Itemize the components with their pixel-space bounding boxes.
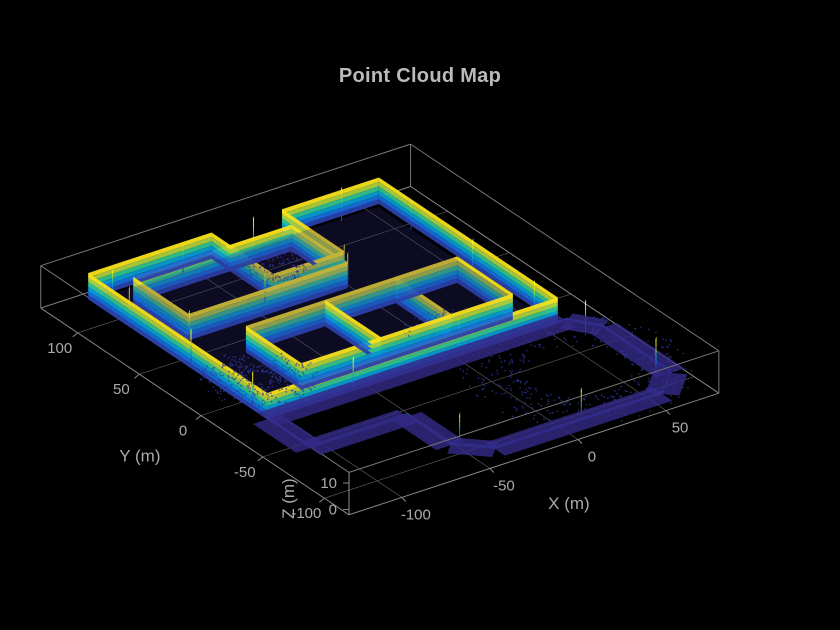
svg-text:0: 0 [179, 423, 187, 440]
svg-text:50: 50 [672, 420, 689, 437]
y-axis-label: Y (m) [119, 446, 160, 465]
z-axis-label: Z (m) [279, 478, 298, 519]
svg-text:50: 50 [113, 381, 130, 398]
svg-text:10: 10 [320, 475, 337, 492]
svg-text:0: 0 [329, 501, 337, 518]
svg-text:-50: -50 [493, 477, 515, 494]
svg-text:-100: -100 [401, 506, 431, 523]
svg-text:-50: -50 [234, 464, 256, 481]
figure: { "title": "Point Cloud Map", "axes": { … [0, 0, 840, 630]
axes-3d[interactable]: -100-50050-100-50050100010 X (m)Y (m)Z (… [0, 0, 840, 630]
point-cloud [88, 177, 692, 457]
svg-text:100: 100 [47, 340, 72, 357]
x-axis-label: X (m) [548, 494, 590, 513]
svg-text:0: 0 [588, 449, 596, 466]
